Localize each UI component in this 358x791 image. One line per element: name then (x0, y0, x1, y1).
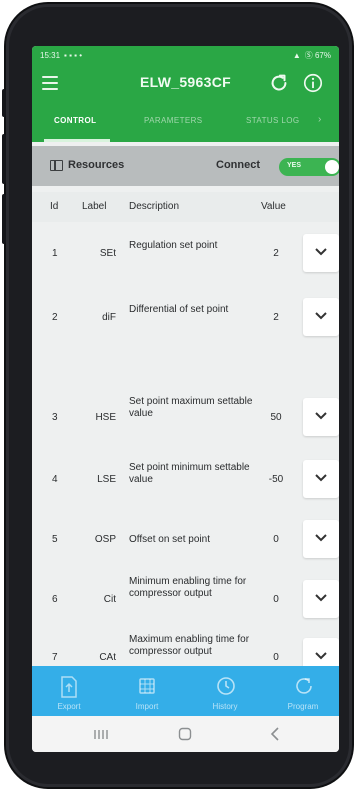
value-dropdown-button[interactable] (303, 298, 339, 336)
import-icon (139, 678, 155, 694)
table-row: 5 OSP Offset on set point 0 (32, 456, 339, 558)
app-screen: 15:31 ▪ ▪ ▪ • ▲ Ⓢ 67% ELW_5963CF CONTROL… (32, 46, 339, 752)
row-label: diF (102, 312, 116, 323)
row-description: Maximum enabling time for compressor out… (129, 634, 250, 657)
back-icon[interactable] (270, 727, 280, 741)
table-row: 2 diF Differential of set point 2 (32, 282, 339, 340)
nav-history-label: History (212, 702, 238, 711)
phone-side-button (2, 194, 6, 244)
nav-program-label: Program (287, 702, 319, 711)
row-value[interactable]: 2 (262, 248, 290, 259)
row-description: Regulation set point (129, 240, 218, 251)
phone-side-button (2, 134, 6, 184)
program-icon (296, 678, 312, 694)
chevron-down-icon (315, 248, 327, 256)
table-row: 4 LSE Set point minimum settable value -… (32, 398, 339, 498)
status-bar: 15:31 ▪ ▪ ▪ • ▲ Ⓢ 67% (32, 46, 339, 64)
app-title: ELW_5963CF (140, 74, 231, 90)
row-value[interactable]: 2 (262, 312, 290, 323)
app-bar: ELW_5963CF (32, 64, 339, 104)
tab-status-log[interactable]: STATUS LOG (246, 116, 300, 125)
toggle-state-text: YES (287, 162, 302, 169)
tab-parameters[interactable]: PARAMETERS (144, 116, 203, 125)
row-id: 7 (52, 652, 58, 663)
row-label: SEt (99, 248, 116, 259)
row-id: 1 (52, 248, 58, 259)
info-icon[interactable] (302, 72, 324, 94)
export-icon (61, 676, 77, 698)
table-row: 6 Cit Minimum enabling time for compress… (32, 514, 339, 618)
toggle-knob (325, 160, 339, 174)
header-label: Label (82, 201, 107, 212)
row-description: Differential of set point (129, 304, 229, 315)
nav-import[interactable]: Import (112, 666, 182, 716)
tab-indicator (44, 139, 110, 142)
tab-bar: CONTROL PARAMETERS STATUS LOG › (32, 104, 339, 142)
resources-bar: Resources Connect YES (32, 146, 339, 186)
nav-history[interactable]: History (190, 666, 260, 716)
phone-frame: 15:31 ▪ ▪ ▪ • ▲ Ⓢ 67% ELW_5963CF CONTROL… (2, 4, 352, 787)
row-label: CAt (99, 652, 116, 663)
table-row: 3 HSE Set point maximum settable value 5… (32, 340, 339, 436)
recent-apps-icon[interactable] (94, 729, 108, 740)
row-value[interactable]: 0 (262, 652, 290, 663)
tab-scroll-right-icon[interactable]: › (318, 114, 321, 125)
nav-import-label: Import (135, 702, 159, 711)
header-description: Description (129, 201, 180, 212)
chevron-down-icon (315, 652, 327, 660)
connect-toggle[interactable]: YES (279, 158, 339, 176)
header-id: Id (50, 201, 59, 212)
nav-export-label: Export (57, 702, 81, 711)
home-icon[interactable] (178, 727, 192, 741)
table-header: Id Label Description Value (32, 192, 339, 222)
table-row: 1 SEt Regulation set point 2 (32, 224, 339, 282)
value-dropdown-button[interactable] (303, 234, 339, 272)
table-row: 7 CAt Maximum enabling time for compress… (32, 572, 339, 676)
nav-program[interactable]: Program (268, 666, 338, 716)
connect-label: Connect (216, 159, 260, 171)
notification-icons: ▪ ▪ ▪ • (64, 50, 83, 60)
system-navigation-bar (32, 716, 339, 752)
chevron-down-icon (315, 312, 327, 320)
resources-icon (50, 160, 63, 171)
refresh-icon[interactable] (268, 72, 290, 94)
battery-status: Ⓢ 67% (304, 50, 331, 60)
phone-side-button (2, 89, 6, 117)
nav-export[interactable]: Export (34, 666, 104, 716)
signal-icon: ▲ (292, 50, 301, 60)
bottom-navigation: Export Import History Program (32, 666, 339, 716)
status-time: 15:31 (40, 50, 61, 60)
header-value: Value (261, 201, 286, 212)
row-id: 2 (52, 312, 58, 323)
tab-control[interactable]: CONTROL (54, 116, 96, 125)
resources-label: Resources (68, 159, 125, 171)
history-icon (217, 677, 235, 695)
